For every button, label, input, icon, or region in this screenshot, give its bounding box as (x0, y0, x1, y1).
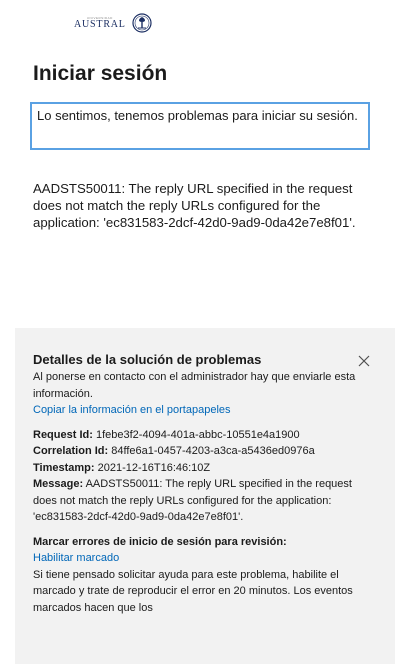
correlation-id-row: Correlation Id: 84ffe6a1-0457-4203-a3ca-… (33, 443, 368, 460)
copy-to-clipboard-link[interactable]: Copiar la información en el portapapeles (33, 402, 368, 419)
request-id-row: Request Id: 1febe3f2-4094-401a-abbc-1055… (33, 427, 368, 444)
timestamp-value: 2021-12-16T16:46:10Z (94, 461, 211, 474)
austral-emblem-icon (132, 13, 152, 33)
timestamp-label: Timestamp: (33, 461, 95, 474)
request-id-value: 1febe3f2-4094-401a-abbc-10551e4a1900 (92, 428, 300, 441)
troubleshooting-content: Detalles de la solución de problemas Al … (33, 352, 368, 616)
austral-logo: UNIVERSIDAD AUSTRAL (74, 13, 152, 33)
flag-errors-title: Marcar errores de inicio de sesión para … (33, 535, 287, 548)
flag-errors-text: Si tiene pensado solicitar ayuda para es… (33, 568, 353, 614)
request-id-label: Request Id: (33, 428, 93, 441)
correlation-id-value: 84ffe6a1-0457-4203-a3ca-a5436ed0976a (108, 445, 315, 457)
troubleshooting-panel: Detalles de la solución de problemas Al … (15, 328, 395, 664)
troubleshooting-title: Detalles de la solución de problemas (33, 352, 262, 367)
page-title: Iniciar sesión (33, 62, 168, 85)
error-alert-box: Lo sentimos, tenemos problemas para inic… (30, 102, 370, 150)
message-label: Message: (33, 478, 84, 490)
timestamp-row: Timestamp: 2021-12-16T16:46:10Z (33, 460, 368, 477)
troubleshooting-intro: Al ponerse en contacto con el administra… (33, 371, 356, 400)
logo-name: AUSTRAL (74, 19, 126, 30)
message-row: Message: AADSTS50011: The reply URL spec… (33, 476, 368, 526)
logo-text: UNIVERSIDAD AUSTRAL (74, 16, 126, 30)
error-message: AADSTS50011: The reply URL specified in … (33, 181, 356, 230)
enable-flagging-link[interactable]: Habilitar marcado (33, 550, 368, 567)
correlation-id-label: Correlation Id: (33, 445, 109, 457)
